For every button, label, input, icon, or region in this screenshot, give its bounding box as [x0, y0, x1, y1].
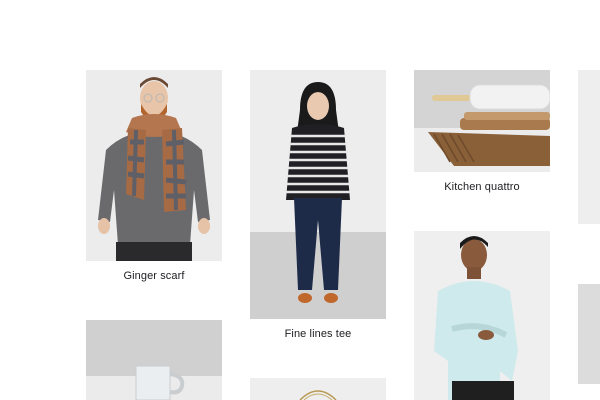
woman-in-striped-tee-photo [250, 70, 386, 319]
man-in-mint-sweater-photo [414, 231, 550, 400]
gold-wire-item-photo [250, 378, 386, 400]
product-name: Kitchen quattro [444, 181, 520, 193]
product-name: Fine lines tee [284, 328, 352, 340]
product-card-mug[interactable] [86, 320, 222, 400]
rolling-pin-and-boards-photo [414, 70, 550, 172]
product-card-mint-sweater[interactable] [414, 231, 550, 400]
product-card-offscreen[interactable] [578, 284, 600, 384]
product-card-ginger-scarf[interactable]: Ginger scarf [86, 70, 222, 290]
white-mug-photo [86, 320, 222, 400]
product-name: Ginger scarf [123, 270, 185, 282]
offscreen-product-photo [578, 70, 600, 224]
product-card-fine-lines-tee[interactable]: Fine lines tee [250, 70, 386, 348]
product-card-kitchen-quattro[interactable]: Kitchen quattro [414, 70, 550, 200]
product-card-offscreen[interactable] [578, 70, 600, 224]
product-card-gold-item[interactable] [250, 378, 386, 400]
man-with-plaid-scarf-photo [86, 70, 222, 261]
offscreen-product-photo [578, 284, 600, 384]
